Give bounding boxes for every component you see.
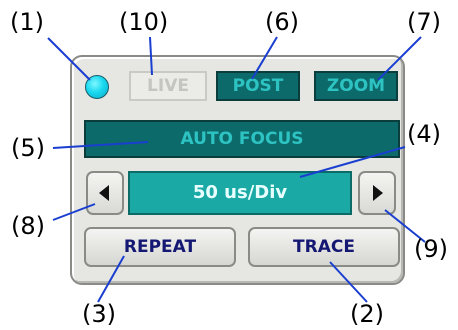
callout-3: (3) — [82, 300, 116, 328]
leader-line-7 — [377, 36, 422, 81]
callout-2: (2) — [350, 300, 384, 328]
callout-8: (8) — [11, 212, 45, 240]
leader-line-6 — [251, 36, 278, 80]
callout-7: (7) — [407, 8, 441, 36]
leader-line-4 — [299, 146, 406, 178]
leader-line-10 — [149, 36, 153, 76]
leader-line-1 — [47, 37, 91, 81]
callout-6: (6) — [265, 8, 299, 36]
callout-1: (1) — [10, 8, 44, 36]
callout-10: (10) — [119, 8, 169, 36]
leader-line-5 — [52, 141, 149, 149]
callout-9: (9) — [414, 235, 448, 263]
leader-line-8 — [52, 203, 96, 221]
callout-leader-lines — [47, 36, 426, 303]
callout-4: (4) — [407, 120, 441, 148]
callout-5: (5) — [11, 134, 45, 162]
leader-line-3 — [97, 255, 125, 303]
leader-line-2 — [329, 261, 368, 303]
